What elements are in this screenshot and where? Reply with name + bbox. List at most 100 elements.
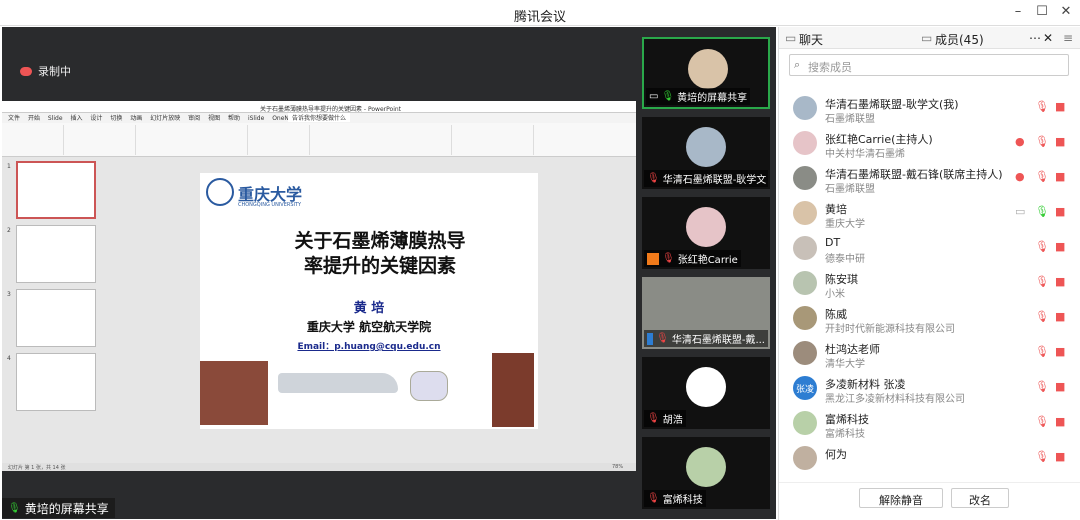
- member-row[interactable]: 张红艳Carrie(主持人) 中关村华清石墨烯 ● 🎙 ■: [779, 127, 1080, 162]
- member-row[interactable]: 陈安琪 小米 🎙 ■: [779, 267, 1080, 302]
- tower-image: [492, 353, 534, 427]
- slide-thumbnail-pane: 1 2 3 4: [2, 157, 106, 465]
- ppt-tab: 帮助: [228, 115, 241, 122]
- mic-muted-icon[interactable]: 🎙: [1035, 100, 1049, 113]
- mic-muted-icon[interactable]: 🎙: [1035, 345, 1049, 358]
- mic-muted-icon: 🎙: [647, 173, 660, 184]
- mic-muted-icon: 🎙: [656, 333, 669, 344]
- camera-off-icon[interactable]: ■: [1055, 205, 1065, 218]
- member-row[interactable]: 陈威 开封时代新能源科技有限公司 🎙 ■: [779, 302, 1080, 337]
- camera-off-icon[interactable]: ■: [1055, 100, 1065, 113]
- video-tile-name: 🎙 胡浩: [644, 410, 686, 427]
- camera-off-icon[interactable]: ■: [1055, 240, 1065, 253]
- member-org: 小米: [825, 289, 845, 300]
- host-badge-icon: [647, 252, 659, 265]
- member-avatar: [793, 96, 817, 120]
- camera-off-icon[interactable]: ■: [1055, 170, 1065, 183]
- chat-icon: ▭: [785, 31, 797, 45]
- minimize-icon[interactable]: –: [1008, 4, 1028, 19]
- ppt-tab: 幻灯片放映: [150, 115, 181, 122]
- mic-on-icon[interactable]: 🎙: [1035, 205, 1049, 218]
- slide-thumbnail: [16, 225, 96, 283]
- member-avatar: 张凌: [793, 376, 817, 400]
- mic-muted-icon[interactable]: 🎙: [1035, 275, 1049, 288]
- slide-title-line2: 率提升的关键因素: [303, 255, 456, 277]
- camera-off-icon[interactable]: ■: [1055, 415, 1065, 428]
- member-row[interactable]: 黄培 重庆大学 ▭ 🎙 ■: [779, 197, 1080, 232]
- video-tile[interactable]: 🎙 华清石墨烯联盟-戴...: [642, 277, 770, 349]
- mic-muted-icon[interactable]: 🎙: [1035, 170, 1049, 183]
- ribbon-group-clipboard: [4, 125, 64, 155]
- menu-icon[interactable]: ≡: [1063, 31, 1073, 45]
- mic-muted-icon[interactable]: 🎙: [1035, 415, 1049, 428]
- recording-label: 录制中: [38, 65, 71, 78]
- video-tile[interactable]: 🎙 富烯科技: [642, 437, 770, 509]
- camera-off-icon[interactable]: ■: [1055, 380, 1065, 393]
- slide-number: 1: [7, 163, 11, 170]
- mic-muted-icon[interactable]: 🎙: [1035, 310, 1049, 323]
- member-org: 石墨烯联盟: [825, 114, 875, 125]
- title-bar: 腾讯会议 – ☐ ✕: [0, 0, 1080, 26]
- search-icon: ⌕: [794, 58, 801, 71]
- ppt-tab: 插入: [70, 115, 83, 122]
- member-avatar: [793, 236, 817, 260]
- unmute-all-button[interactable]: 解除静音: [859, 488, 943, 508]
- video-tile-name: 🎙 张红艳Carrie: [644, 250, 741, 267]
- member-row[interactable]: 张凌 多凌新材料 张凌 黑龙江多凌新材料科技有限公司 🎙 ■: [779, 372, 1080, 407]
- slide-thumbnail: [16, 289, 96, 347]
- ribbon-group-paragraph: [250, 125, 310, 155]
- tab-members[interactable]: 成员(45): [935, 31, 984, 48]
- ppt-statusbar: 幻灯片 第 1 张，共 14 张 78%: [2, 463, 636, 471]
- mic-muted-icon[interactable]: 🎙: [1035, 450, 1049, 463]
- panel-footer: 解除静音 改名: [779, 482, 1080, 520]
- camera-off-icon[interactable]: ■: [1055, 450, 1065, 463]
- member-row[interactable]: 华清石墨烯联盟-耿学文(我) 石墨烯联盟 🎙 ■: [779, 92, 1080, 127]
- ppt-ribbon: [2, 123, 636, 157]
- member-row[interactable]: 富烯科技 富烯科技 🎙 ■: [779, 407, 1080, 442]
- member-org: 重庆大学: [825, 219, 865, 230]
- camera-off-icon[interactable]: ■: [1055, 135, 1065, 148]
- ppt-ribbon-tabs: 文件 开始 Slide 插入 设计 切换 动画 幻灯片放映 审阅 视图 帮助 i…: [2, 113, 636, 123]
- ppt-tab: 文件: [8, 115, 21, 122]
- side-panel: ▭ 聊天 ▭ 成员(45) ⋯ ✕ ≡ ⌕ 搜索成员 华清石墨烯联盟-耿学文(我…: [778, 27, 1080, 520]
- university-logo-en: CHONGQING UNIVERSITY: [238, 202, 302, 208]
- window-title: 腾讯会议: [513, 10, 566, 25]
- video-tile-name: 🎙 华清石墨烯联盟-耿学文: [644, 170, 768, 187]
- mic-muted-icon: 🎙: [647, 493, 660, 504]
- video-tile-name: 🎙 富烯科技: [644, 490, 706, 507]
- member-org: 德泰中研: [825, 254, 865, 265]
- ppt-titlebar: 关于石墨烯薄膜热导率提升的关键因素 - PowerPoint: [2, 101, 636, 113]
- video-tile[interactable]: 🎙 胡浩: [642, 357, 770, 429]
- mic-muted-icon[interactable]: 🎙: [1035, 380, 1049, 393]
- rename-button[interactable]: 改名: [951, 488, 1009, 508]
- mic-icon: 🎙: [8, 502, 21, 514]
- ppt-tab: Slide: [47, 115, 63, 122]
- camera-off-icon[interactable]: ■: [1055, 275, 1065, 288]
- member-name: 何为: [825, 448, 847, 461]
- member-search-input[interactable]: ⌕ 搜索成员: [789, 54, 1069, 76]
- ppt-doc-title: 关于石墨烯薄膜热导率提升的关键因素 - PowerPoint: [260, 106, 402, 113]
- ppt-tab: 审阅: [188, 115, 201, 122]
- tab-chat[interactable]: 聊天: [799, 31, 823, 48]
- video-tile[interactable]: ▭ 🎙 黄培的屏幕共享: [642, 37, 770, 109]
- camera-off-icon[interactable]: ■: [1055, 345, 1065, 358]
- mic-muted-icon[interactable]: 🎙: [1035, 135, 1049, 148]
- video-tile[interactable]: 🎙 张红艳Carrie: [642, 197, 770, 269]
- ppt-tab: 设计: [90, 115, 103, 122]
- maximize-icon[interactable]: ☐: [1032, 4, 1052, 19]
- member-row[interactable]: 何为 🎙 ■: [779, 442, 1080, 472]
- mic-muted-icon[interactable]: 🎙: [1035, 240, 1049, 253]
- more-icon[interactable]: ⋯: [1029, 31, 1041, 45]
- mic-icon: 🎙: [661, 91, 675, 102]
- slide-number: 2: [7, 227, 11, 234]
- member-row[interactable]: DT 德泰中研 🎙 ■: [779, 232, 1080, 267]
- camera-off-icon[interactable]: ■: [1055, 310, 1065, 323]
- participant-avatar: [686, 367, 726, 407]
- member-row[interactable]: 杜鸿达老师 清华大学 🎙 ■: [779, 337, 1080, 372]
- ribbon-group-slides: [66, 125, 136, 155]
- close-panel-icon[interactable]: ✕: [1043, 31, 1053, 45]
- close-icon[interactable]: ✕: [1056, 4, 1076, 19]
- cohost-badge-icon: [647, 332, 654, 345]
- member-row[interactable]: 华清石墨烯联盟-戴石锋(联席主持人) 石墨烯联盟 ● 🎙 ■: [779, 162, 1080, 197]
- video-tile[interactable]: 🎙 华清石墨烯联盟-耿学文: [642, 117, 770, 189]
